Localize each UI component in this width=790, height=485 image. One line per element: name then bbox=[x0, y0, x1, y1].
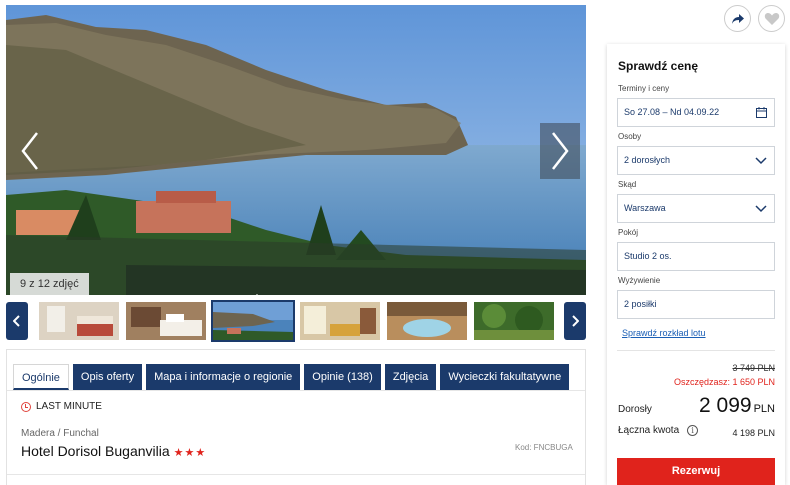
hotel-title: Hotel Dorisol Buganvilia ★★★ bbox=[21, 443, 206, 459]
detail-divider bbox=[7, 474, 585, 475]
tab-divider bbox=[7, 390, 585, 391]
panel-divider bbox=[617, 350, 775, 351]
prev-photo-button[interactable] bbox=[10, 123, 50, 179]
room-value: Studio 2 os. bbox=[624, 251, 672, 261]
active-thumb-pointer bbox=[251, 294, 263, 300]
total-label-row: Łączna kwota i bbox=[618, 425, 699, 436]
adult-price: 2 099 PLN bbox=[699, 394, 775, 418]
departure-value: Warszawa bbox=[624, 203, 666, 213]
thumbs-next-button[interactable] bbox=[564, 302, 586, 340]
hotel-name: Hotel Dorisol Buganvilia bbox=[21, 443, 170, 459]
thumbnail-strip bbox=[6, 294, 586, 342]
tab-reviews[interactable]: Opinie (138) bbox=[304, 364, 381, 390]
adult-price-label: Dorosły bbox=[618, 404, 652, 415]
clock-icon bbox=[21, 401, 31, 412]
departure-select[interactable]: Warszawa bbox=[617, 194, 775, 223]
heart-icon bbox=[764, 12, 779, 25]
savings-text: Oszczędzasz: 1 650 PLN bbox=[673, 377, 775, 387]
date-range-value: So 27.08 – Nd 04.09.22 bbox=[624, 107, 720, 117]
flight-schedule-link[interactable]: Sprawdź rozkład lotu bbox=[622, 328, 706, 338]
last-minute-badge: LAST MINUTE bbox=[21, 401, 102, 412]
favorite-button[interactable] bbox=[758, 5, 785, 32]
thumbnail-garden[interactable] bbox=[474, 302, 554, 340]
share-button[interactable] bbox=[724, 5, 751, 32]
share-icon bbox=[731, 13, 744, 24]
terms-label: Terminy i ceny bbox=[618, 84, 670, 93]
offer-page: 9 z 12 zdjęć Ogólnie Opis oferty Mapa i … bbox=[0, 0, 790, 485]
date-range-field[interactable]: So 27.08 – Nd 04.09.22 bbox=[617, 98, 775, 127]
old-price: 3 749 PLN bbox=[732, 363, 775, 373]
next-photo-button[interactable] bbox=[540, 123, 580, 179]
persons-select[interactable]: 2 dorosłych bbox=[617, 146, 775, 175]
board-value: 2 posiłki bbox=[624, 299, 657, 309]
reserve-button[interactable]: Rezerwuj bbox=[617, 458, 775, 485]
offer-code: Kod: FNCBUGA bbox=[515, 443, 573, 452]
thumbnail-living-room[interactable] bbox=[300, 302, 380, 340]
total-label: Łączna kwota bbox=[618, 425, 680, 436]
price-amount: 2 099 bbox=[699, 394, 752, 417]
chevron-down-icon bbox=[755, 157, 767, 165]
total-amount: 4 198 PLN bbox=[732, 428, 775, 438]
thumbnail-sea-view[interactable] bbox=[211, 300, 295, 342]
info-icon[interactable]: i bbox=[687, 425, 699, 436]
offer-tabs: Ogólnie Opis oferty Mapa i informacje o … bbox=[13, 364, 570, 390]
photo-counter: 9 z 12 zdjęć bbox=[10, 273, 89, 295]
persons-label: Osoby bbox=[618, 132, 642, 141]
chevron-down-icon bbox=[755, 205, 767, 213]
chevron-left-icon bbox=[21, 132, 38, 170]
thumbs-prev-button[interactable] bbox=[6, 302, 28, 340]
departure-label: Skąd bbox=[618, 180, 637, 189]
chevron-right-icon bbox=[552, 132, 569, 170]
star-rating: ★★★ bbox=[173, 447, 207, 459]
last-minute-label: LAST MINUTE bbox=[36, 401, 102, 412]
price-currency: PLN bbox=[753, 403, 775, 415]
persons-value: 2 dorosłych bbox=[624, 155, 671, 165]
tab-general[interactable]: Ogólnie bbox=[13, 364, 69, 390]
tab-offer-description[interactable]: Opis oferty bbox=[72, 364, 143, 390]
room-field[interactable]: Studio 2 os. bbox=[617, 242, 775, 271]
tab-photos[interactable]: Zdjęcia bbox=[384, 364, 437, 390]
thumbnail-jacuzzi[interactable] bbox=[387, 302, 467, 340]
panel-title: Sprawdź cenę bbox=[618, 59, 699, 73]
tab-excursions[interactable]: Wycieczki fakultatywne bbox=[440, 364, 570, 390]
sea-cliff-photo bbox=[6, 5, 586, 295]
room-label: Pokój bbox=[618, 228, 639, 237]
board-field[interactable]: 2 posiłki bbox=[617, 290, 775, 319]
price-panel: Sprawdź cenę Terminy i ceny So 27.08 – N… bbox=[607, 44, 785, 485]
hotel-details: Ogólnie Opis oferty Mapa i informacje o … bbox=[6, 349, 586, 485]
board-label: Wyżywienie bbox=[618, 276, 661, 285]
tab-map-region[interactable]: Mapa i informacje o regionie bbox=[146, 364, 301, 390]
chevron-left-icon bbox=[13, 315, 20, 327]
calendar-icon bbox=[756, 107, 767, 118]
thumbnail-room-1[interactable] bbox=[39, 302, 119, 340]
location-breadcrumb: Madera / Funchal bbox=[21, 428, 99, 439]
chevron-right-icon bbox=[572, 315, 579, 327]
thumbnail-room-2[interactable] bbox=[126, 302, 206, 340]
main-photo[interactable]: 9 z 12 zdjęć bbox=[6, 5, 586, 295]
